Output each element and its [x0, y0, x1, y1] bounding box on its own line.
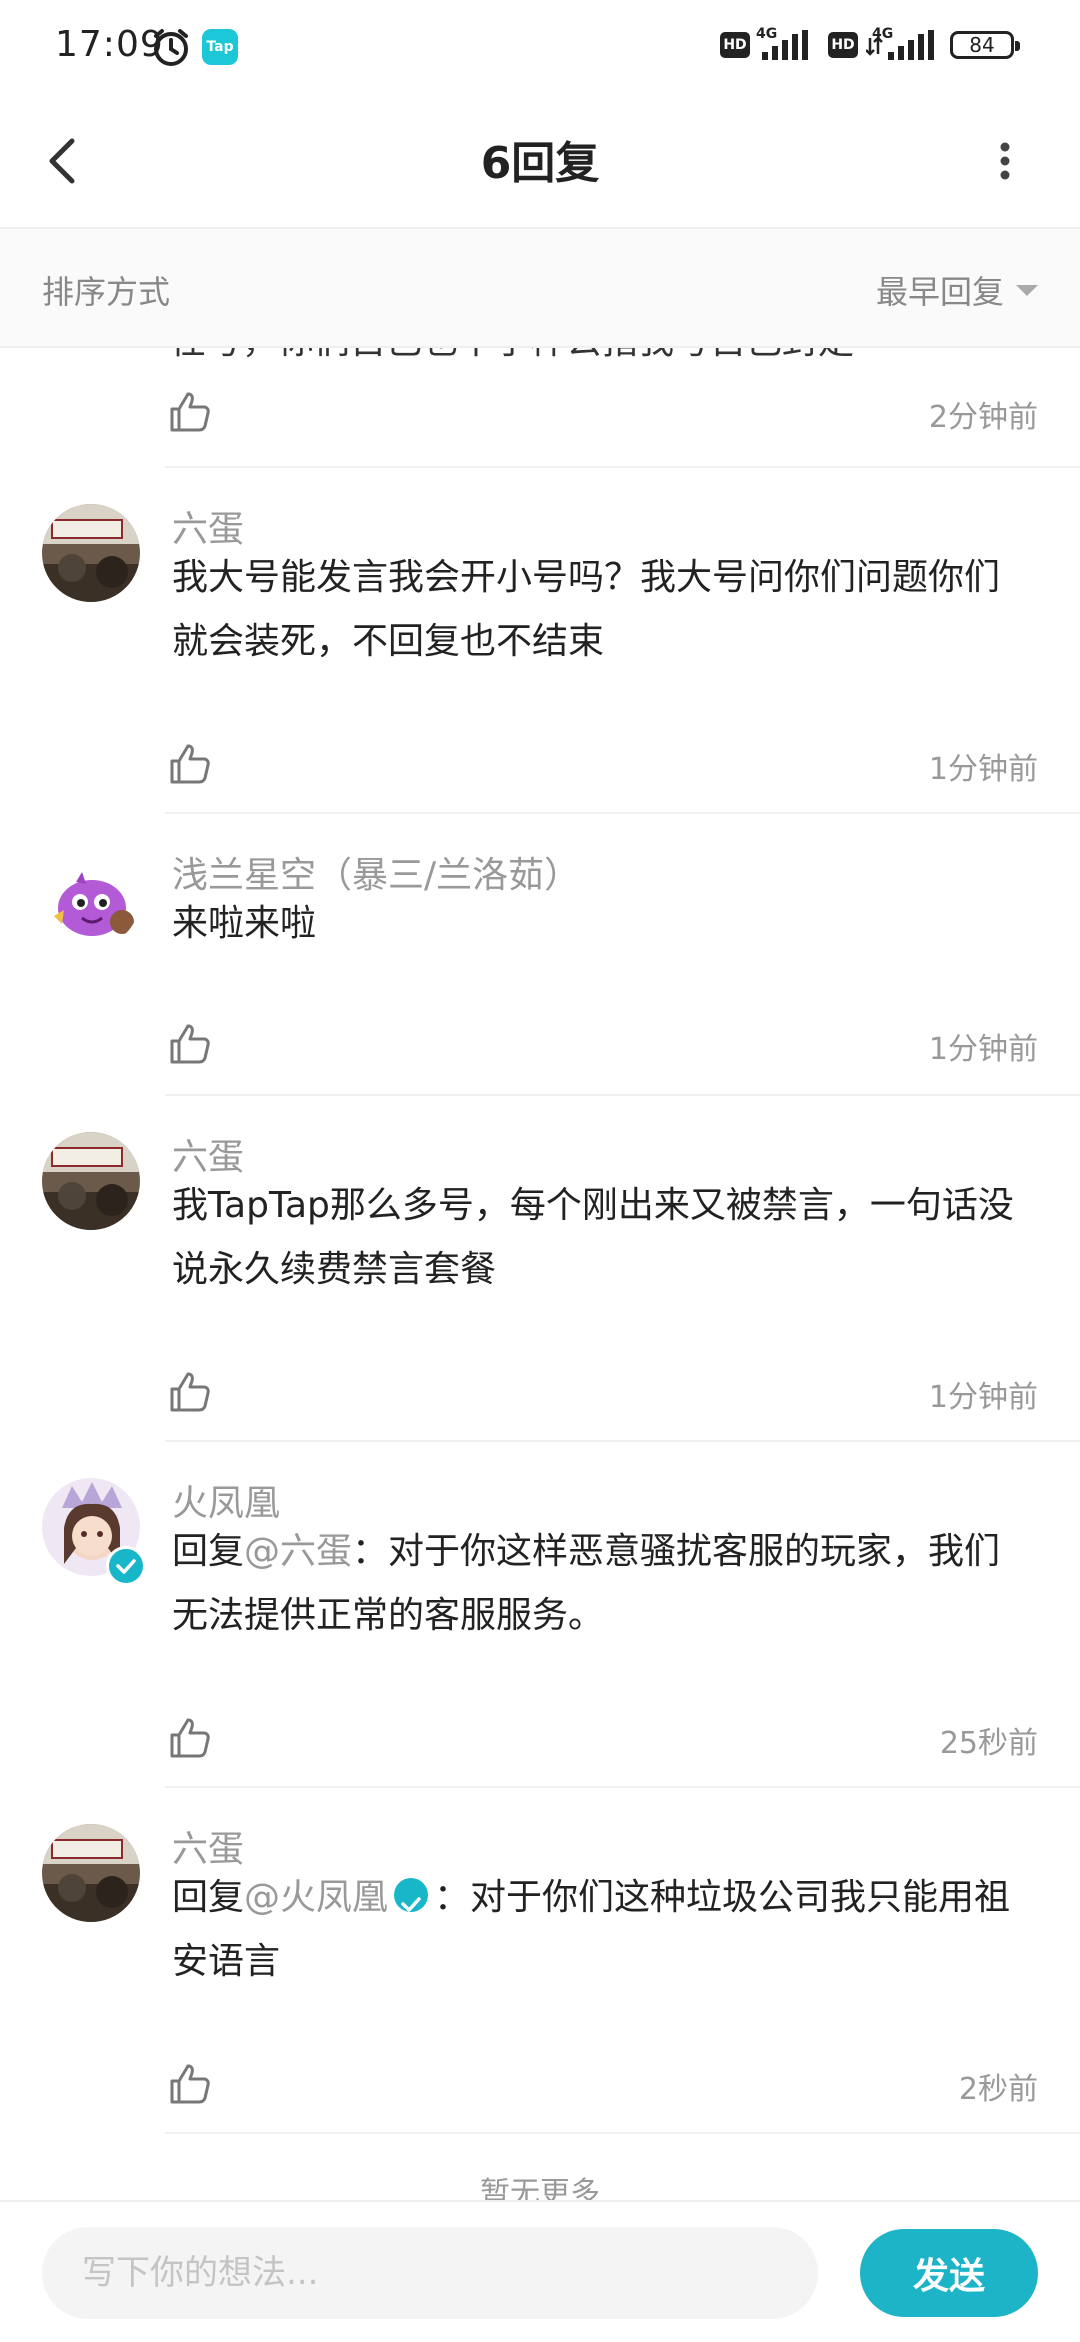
like-button[interactable] — [168, 1370, 212, 1414]
thumbs-up-icon — [170, 1372, 210, 1412]
divider — [165, 812, 1080, 814]
divider — [165, 1786, 1080, 1788]
thumbs-up-icon — [170, 1024, 210, 1064]
like-button[interactable] — [168, 1716, 212, 1760]
divider — [165, 466, 1080, 468]
verified-badge-icon — [394, 1878, 429, 1912]
battery-indicator: 84 — [950, 31, 1020, 59]
more-options-button[interactable] — [978, 125, 1028, 195]
signal-icon — [865, 30, 936, 66]
divider — [165, 1094, 1080, 1096]
thumbs-up-icon — [170, 1718, 210, 1758]
user-name[interactable]: 六蛋 — [172, 1820, 244, 1872]
like-button[interactable] — [168, 1022, 212, 1066]
reply-list[interactable]: 任号，你们自己也不了样公指我号自己封走 2分钟前 六蛋 我大号能发言我会开小号吗… — [0, 348, 1080, 2200]
reply-time: 2分钟前 — [928, 400, 1038, 435]
sort-selected-value: 最早回复 — [875, 273, 1004, 311]
sort-dropdown[interactable]: 最早回复 — [876, 267, 1038, 313]
avatar[interactable] — [42, 504, 140, 602]
page-title: 6回复 — [480, 138, 600, 189]
reply-content: 回复@六蛋：对于你这样恶意骚扰客服的玩家，我们无法提供正常的客服服务。 — [172, 1520, 1032, 1648]
avatar[interactable] — [42, 1824, 140, 1922]
sort-bar: 排序方式 最早回复 — [0, 229, 1080, 348]
like-button[interactable] — [168, 2062, 212, 2106]
comment-composer: 发送 — [0, 2200, 1080, 2342]
hd-icon: HD — [828, 32, 858, 58]
thumbs-up-icon — [170, 392, 210, 432]
reply-content: 来啦来啦 — [172, 903, 317, 944]
signal-icon — [760, 30, 814, 66]
reply-content: 我大号能发言我会开小号吗？我大号问你们问题你们就会装死，不回复也不结束 — [172, 557, 1001, 662]
avatar[interactable] — [42, 1132, 140, 1230]
reply-prefix: 回复 — [172, 1531, 245, 1572]
thumbs-up-icon — [170, 2064, 210, 2104]
reply-time: 25秒前 — [939, 1726, 1038, 1761]
reply-content: 任号，你们自己也不了样公指我号自己封走 — [170, 348, 854, 364]
more-vertical-icon — [1000, 142, 1010, 180]
comment-input[interactable] — [42, 2227, 818, 2319]
avatar[interactable] — [42, 850, 140, 948]
sort-label: 排序方式 — [42, 273, 171, 311]
reply-content: 回复@火凤凰 ：对于你们这种垃圾公司我只能用祖安语言 — [172, 1866, 1032, 1994]
thumbs-up-icon — [170, 744, 210, 784]
alarm-icon — [150, 26, 192, 72]
reply-time: 1分钟前 — [928, 752, 1038, 787]
top-bar: 6回复 — [0, 95, 1080, 229]
reply-time: 2秒前 — [958, 2072, 1038, 2107]
hd-icon: HD — [720, 32, 750, 58]
reply-time: 1分钟前 — [928, 1032, 1038, 1067]
reply-time: 1分钟前 — [928, 1380, 1038, 1415]
reply-content: 我TapTap那么多号，每个刚出来又被禁言，一句话没说永久续费禁言套餐 — [172, 1185, 1014, 1290]
taptap-app-icon: Tap — [202, 29, 238, 65]
mention-link[interactable]: @六蛋 — [244, 1531, 352, 1572]
user-name[interactable]: 六蛋 — [172, 1128, 244, 1180]
divider — [165, 2132, 1080, 2134]
user-name[interactable]: 火凤凰 — [172, 1474, 280, 1526]
send-button[interactable]: 发送 — [860, 2229, 1038, 2317]
reply-prefix: 回复 — [172, 1877, 245, 1918]
user-name[interactable]: 六蛋 — [172, 500, 244, 552]
like-button[interactable] — [168, 742, 212, 786]
user-name[interactable]: 浅兰星空（暴三/兰洛茹） — [172, 846, 580, 898]
mention-link[interactable]: @火凤凰 — [244, 1877, 388, 1918]
divider — [165, 1440, 1080, 1442]
status-bar: 17:09 Tap HD 4G HD 4G 84 — [0, 0, 1080, 95]
verified-badge-icon — [106, 1546, 146, 1586]
caret-down-icon — [1016, 284, 1038, 296]
like-button[interactable] — [168, 390, 212, 434]
